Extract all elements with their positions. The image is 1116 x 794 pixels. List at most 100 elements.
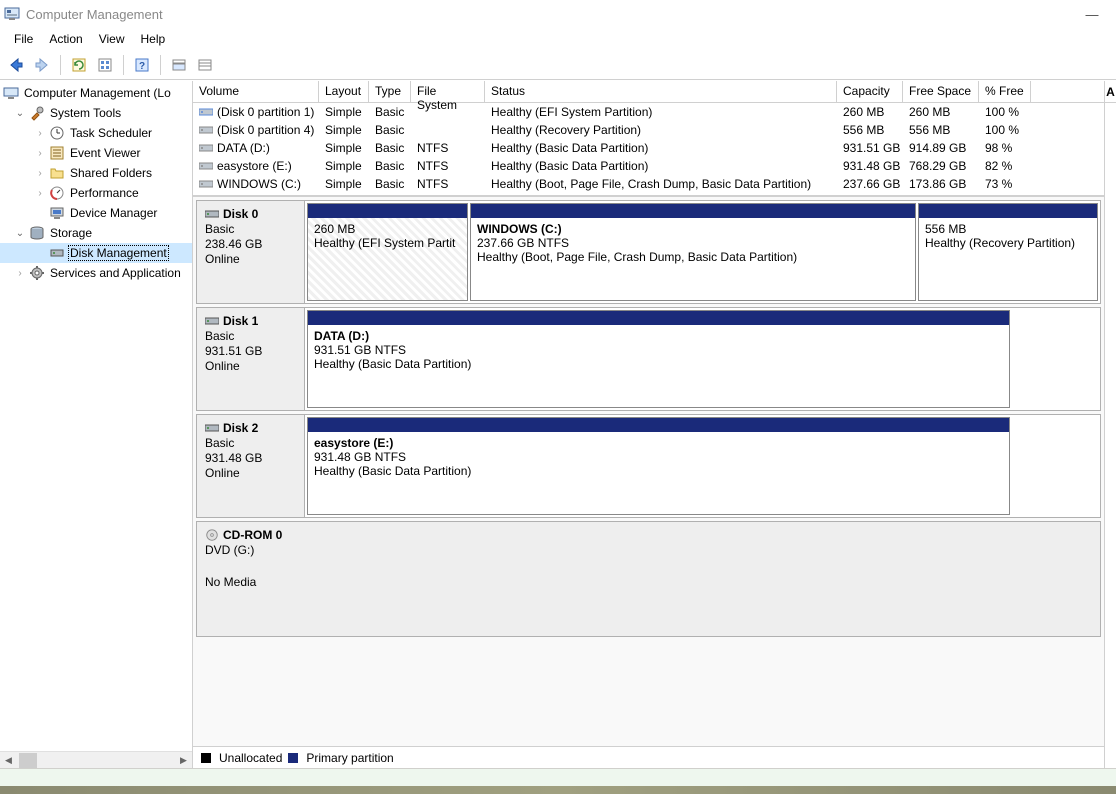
partition-size: 237.66 GB NTFS — [477, 236, 909, 250]
disk-icon — [205, 423, 219, 433]
status-bar — [0, 768, 1116, 786]
expander-icon[interactable]: › — [34, 127, 46, 139]
menu-help[interactable]: Help — [133, 30, 174, 48]
expander-icon[interactable]: ⌄ — [14, 107, 26, 119]
col-type[interactable]: Type — [369, 81, 411, 102]
volume-name: (Disk 0 partition 1) — [217, 105, 314, 119]
disk-row[interactable]: Disk 2Basic931.48 GBOnlineeasystore (E:)… — [196, 414, 1101, 518]
partition-status: Healthy (Basic Data Partition) — [314, 357, 1003, 371]
actions-header[interactable]: A — [1105, 81, 1116, 103]
forward-button[interactable] — [30, 53, 54, 77]
tree-system-tools[interactable]: ⌄ System Tools — [0, 103, 192, 123]
tools-icon — [29, 105, 45, 121]
partition-size: 556 MB — [925, 222, 1091, 236]
volume-row[interactable]: WINDOWS (C:)SimpleBasicNTFSHealthy (Boot… — [193, 175, 1104, 193]
volume-capacity: 260 MB — [837, 105, 903, 119]
clock-icon — [49, 125, 65, 141]
services-icon — [29, 265, 45, 281]
menu-action[interactable]: Action — [41, 30, 90, 48]
disk-state: Online — [205, 359, 296, 373]
partition-status: Healthy (Boot, Page File, Crash Dump, Ba… — [477, 250, 909, 264]
volume-pct: 98 % — [979, 141, 1031, 155]
list-view-button[interactable] — [193, 53, 217, 77]
disk-name: Disk 2 — [205, 421, 296, 435]
col-status[interactable]: Status — [485, 81, 837, 102]
back-button[interactable] — [4, 53, 28, 77]
volume-row[interactable]: easystore (E:)SimpleBasicNTFSHealthy (Ba… — [193, 157, 1104, 175]
detail-view-button[interactable] — [167, 53, 191, 77]
legend-primary-swatch — [288, 753, 298, 763]
volume-row[interactable]: (Disk 0 partition 4)SimpleBasicHealthy (… — [193, 121, 1104, 139]
volume-status: Healthy (Basic Data Partition) — [485, 159, 837, 173]
tree-shared-folders[interactable]: › Shared Folders — [0, 163, 192, 183]
volume-icon — [199, 143, 213, 153]
partition-status: Healthy (Recovery Partition) — [925, 236, 1091, 250]
volume-free: 914.89 GB — [903, 141, 979, 155]
volume-status: Healthy (Basic Data Partition) — [485, 141, 837, 155]
partition[interactable]: 260 MBHealthy (EFI System Partit — [307, 203, 468, 301]
svg-text:?: ? — [139, 61, 145, 72]
volume-status: Healthy (EFI System Partition) — [485, 105, 837, 119]
volume-type: Basic — [369, 177, 411, 191]
disk-size: 238.46 GB — [205, 237, 296, 251]
col-free-space[interactable]: Free Space — [903, 81, 979, 102]
cdrom-name: CD-ROM 0 — [205, 528, 297, 542]
disk-icon — [205, 209, 219, 219]
partition[interactable]: easystore (E:)931.48 GB NTFSHealthy (Bas… — [307, 417, 1010, 515]
refresh-button[interactable] — [67, 53, 91, 77]
volume-capacity: 931.51 GB — [837, 141, 903, 155]
menu-file[interactable]: File — [6, 30, 41, 48]
scroll-thumb[interactable] — [19, 753, 37, 768]
volume-type: Basic — [369, 105, 411, 119]
partition-bar — [471, 204, 915, 218]
volume-icon — [199, 125, 213, 135]
titlebar: Computer Management — — [0, 0, 1116, 28]
scroll-right-icon[interactable]: ▶ — [175, 753, 192, 768]
main-area: Computer Management (Lo ⌄ System Tools ›… — [0, 80, 1116, 768]
menu-view[interactable]: View — [91, 30, 133, 48]
col-pct-free[interactable]: % Free — [979, 81, 1031, 102]
expander-icon[interactable]: › — [34, 147, 46, 159]
expander-icon[interactable]: › — [34, 187, 46, 199]
partition-bar — [919, 204, 1097, 218]
expander-icon[interactable]: ⌄ — [14, 227, 26, 239]
properties-button[interactable] — [93, 53, 117, 77]
partition[interactable]: DATA (D:)931.51 GB NTFSHealthy (Basic Da… — [307, 310, 1010, 408]
scroll-left-icon[interactable]: ◀ — [0, 753, 17, 768]
menubar: File Action View Help — [0, 28, 1116, 50]
tree-scrollbar[interactable]: ◀ ▶ — [0, 751, 192, 768]
volume-layout: Simple — [319, 105, 369, 119]
volume-name: (Disk 0 partition 4) — [217, 123, 314, 137]
col-filesystem[interactable]: File System — [411, 81, 485, 102]
tree-device-manager[interactable]: Device Manager — [0, 203, 192, 223]
tree-storage[interactable]: ⌄ Storage — [0, 223, 192, 243]
minimize-button[interactable]: — — [1072, 7, 1112, 22]
tree-performance[interactable]: › Performance — [0, 183, 192, 203]
col-volume[interactable]: Volume — [193, 81, 319, 102]
expander-icon[interactable]: › — [34, 167, 46, 179]
partition[interactable]: WINDOWS (C:)237.66 GB NTFSHealthy (Boot,… — [470, 203, 916, 301]
volume-layout: Simple — [319, 159, 369, 173]
volume-type: Basic — [369, 159, 411, 173]
col-layout[interactable]: Layout — [319, 81, 369, 102]
disk-row[interactable]: Disk 0Basic238.46 GBOnline260 MBHealthy … — [196, 200, 1101, 304]
tree-task-scheduler[interactable]: › Task Scheduler — [0, 123, 192, 143]
tree-event-viewer[interactable]: › Event Viewer — [0, 143, 192, 163]
partition-size: 931.51 GB NTFS — [314, 343, 1003, 357]
cdrom-row[interactable]: CD-ROM 0 DVD (G:) No Media — [196, 521, 1101, 637]
expander-icon[interactable]: › — [14, 267, 26, 279]
disk-row[interactable]: Disk 1Basic931.51 GBOnlineDATA (D:)931.5… — [196, 307, 1101, 411]
help-button[interactable]: ? — [130, 53, 154, 77]
partition[interactable]: 556 MBHealthy (Recovery Partition) — [918, 203, 1098, 301]
volume-row[interactable]: (Disk 0 partition 1) SimpleBasic Healthy (… — [193, 103, 1104, 121]
partition-bar — [308, 204, 467, 218]
col-capacity[interactable]: Capacity — [837, 81, 903, 102]
tree-services[interactable]: › Services and Application — [0, 263, 192, 283]
tree-root[interactable]: Computer Management (Lo — [0, 83, 192, 103]
tree-disk-management[interactable]: Disk Management — [0, 243, 192, 263]
partition-bar — [308, 418, 1009, 432]
volume-pct: 73 % — [979, 177, 1031, 191]
partition-size: 931.48 GB NTFS — [314, 450, 1003, 464]
tree[interactable]: Computer Management (Lo ⌄ System Tools ›… — [0, 81, 192, 751]
volume-row[interactable]: DATA (D:)SimpleBasicNTFSHealthy (Basic D… — [193, 139, 1104, 157]
